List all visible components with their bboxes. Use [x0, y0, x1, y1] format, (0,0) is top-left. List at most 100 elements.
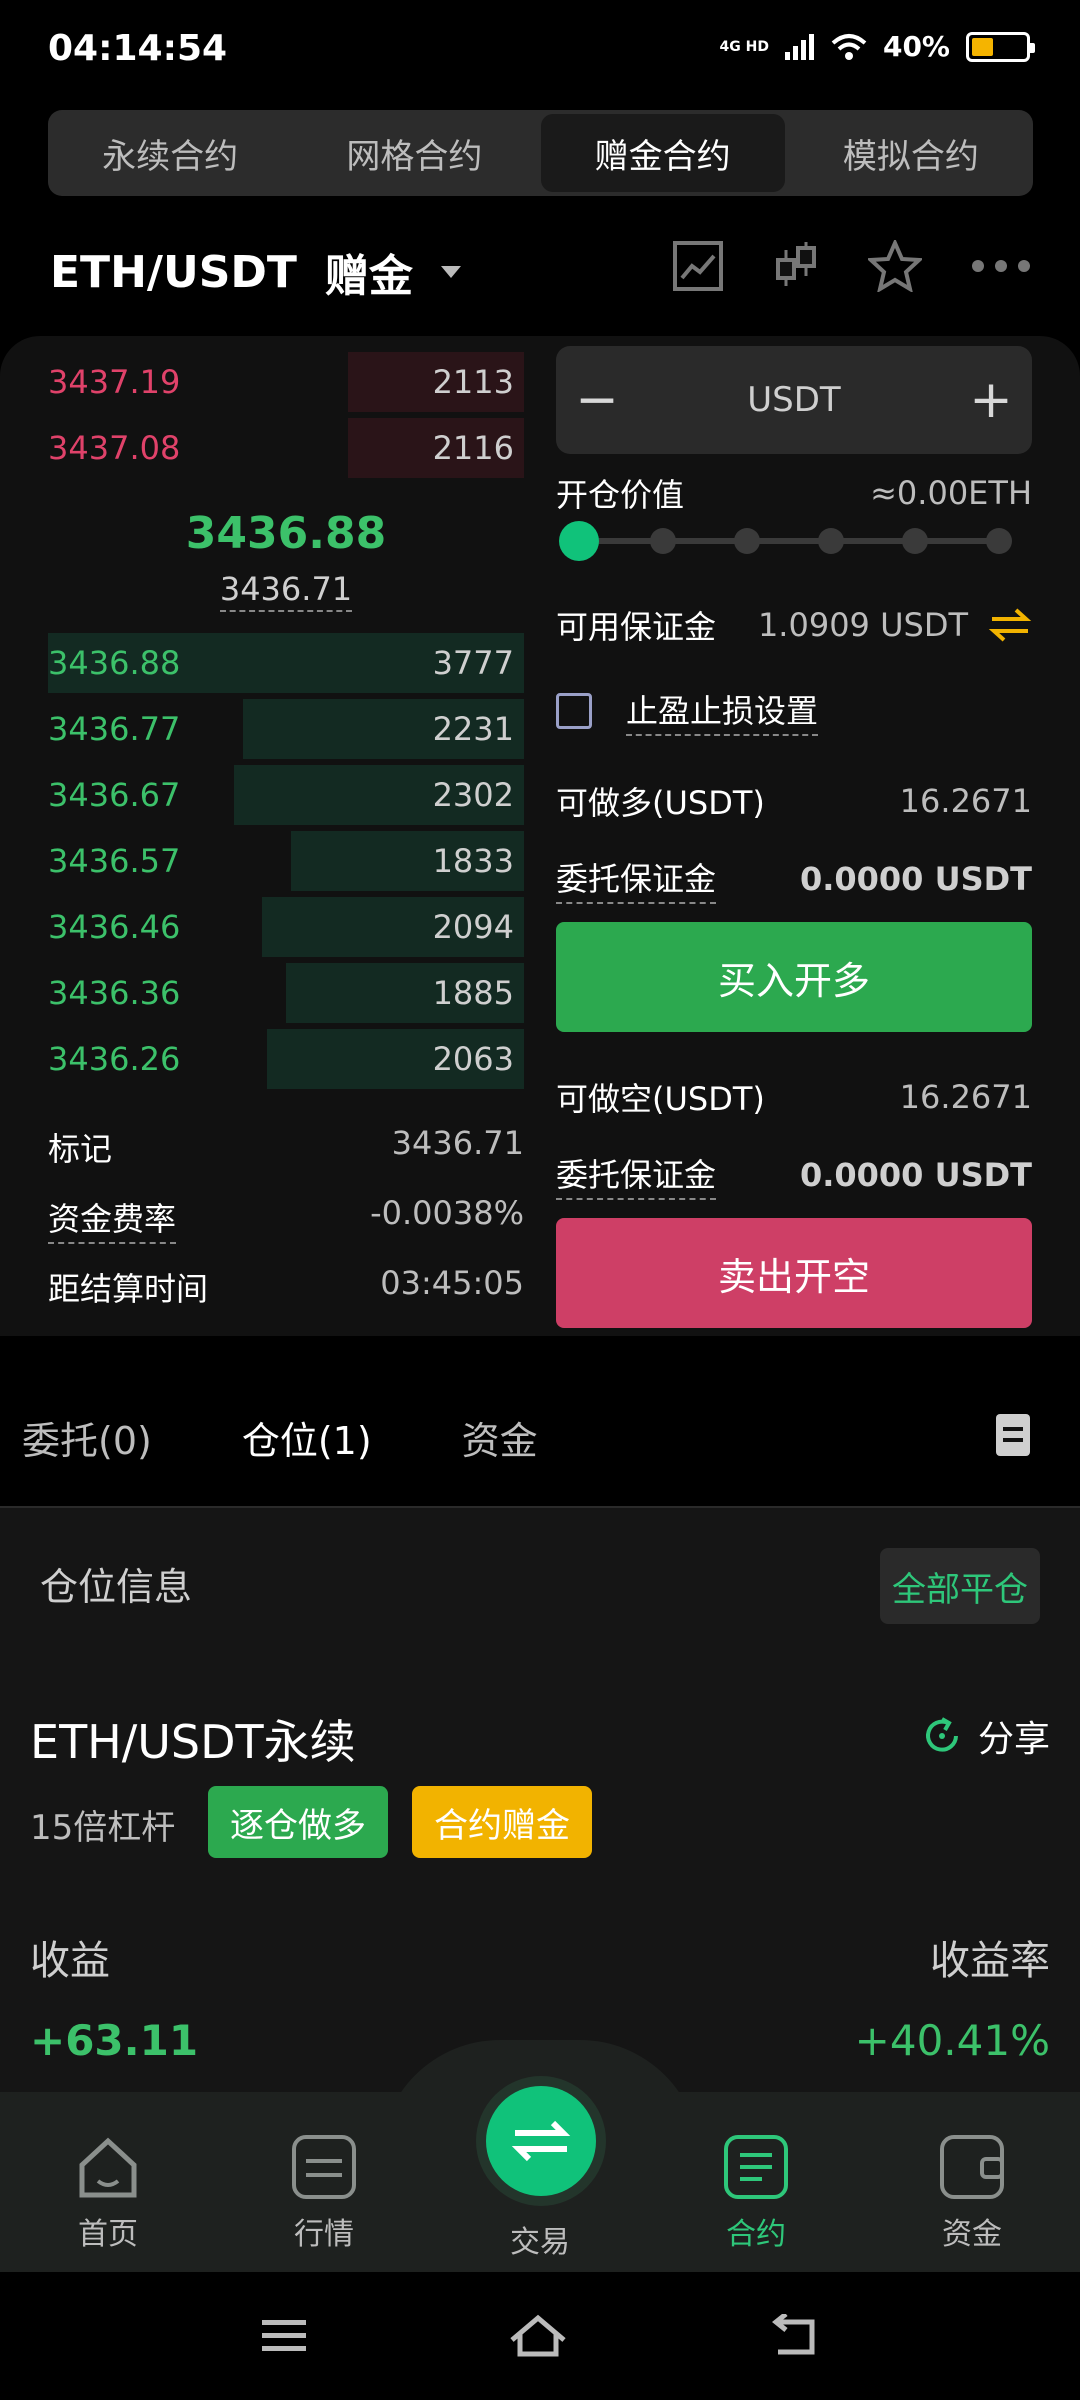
position-tab-0[interactable]: 委托(0)	[22, 1410, 152, 1465]
bid-qty: 2094	[432, 908, 514, 946]
bid-row[interactable]: 3436.57 1833	[48, 831, 524, 891]
slider-step[interactable]	[986, 528, 1012, 554]
pair-selector[interactable]: ETH/USDT 赠金	[50, 240, 461, 304]
funding-row: 资金费率 -0.0038%	[48, 1194, 524, 1244]
buy-long-button[interactable]: 买入开多	[556, 922, 1032, 1032]
share-button[interactable]: 分享	[922, 1710, 1050, 1762]
transfer-icon[interactable]	[988, 607, 1032, 643]
available-label: 可用保证金	[556, 608, 717, 646]
long-max-row: 可做多(USDT) 16.2671	[556, 778, 1032, 824]
roe-value: +40.41%	[854, 2016, 1050, 2065]
bid-qty: 2231	[432, 710, 514, 748]
position-tab-1[interactable]: 仓位(1)	[242, 1410, 372, 1465]
tpsl-row[interactable]: 止盈止损设置	[556, 686, 1032, 736]
amount-unit[interactable]: USDT	[747, 380, 840, 420]
ask-row[interactable]: 3437.08 2116	[48, 418, 524, 478]
bid-price: 3436.67	[48, 776, 181, 814]
more-icon[interactable]	[970, 256, 1032, 276]
position-tab-2[interactable]: 资金	[462, 1410, 538, 1465]
chevron-down-icon	[440, 266, 461, 278]
plus-button[interactable]: +	[966, 370, 1016, 430]
long-margin-label[interactable]: 委托保证金	[556, 854, 717, 904]
open-value-label: 开仓价值	[556, 476, 685, 514]
system-nav-bar	[0, 2272, 1080, 2400]
position-pair: ETH/USDT永续	[30, 1715, 356, 1769]
mark-row: 标记 3436.71	[48, 1124, 524, 1170]
short-max-row: 可做空(USDT) 16.2671	[556, 1074, 1032, 1120]
bid-row[interactable]: 3436.88 3777	[48, 633, 524, 693]
bid-price: 3436.26	[48, 1040, 181, 1078]
ask-row[interactable]: 3437.19 2113	[48, 352, 524, 412]
slider-step[interactable]	[734, 528, 760, 554]
nav-trade-label[interactable]: 交易	[480, 2217, 600, 2261]
amount-slider[interactable]	[559, 520, 1012, 561]
bid-row[interactable]: 3436.36 1885	[48, 963, 524, 1023]
home-nav-icon[interactable]	[508, 2314, 568, 2358]
chart-line-icon[interactable]	[672, 240, 724, 292]
short-margin-label[interactable]: 委托保证金	[556, 1150, 717, 1200]
bid-row[interactable]: 3436.26 2063	[48, 1029, 524, 1089]
funding-label[interactable]: 资金费率	[48, 1194, 177, 1244]
last-price: 3436.88	[185, 508, 387, 559]
ask-price: 3437.08	[48, 429, 181, 467]
pair-symbol: ETH/USDT	[50, 246, 297, 298]
star-icon[interactable]	[868, 240, 922, 292]
ask-qty: 2113	[432, 363, 514, 401]
slider-thumb[interactable]	[559, 521, 599, 561]
battery-percent: 40%	[882, 30, 950, 63]
tpsl-label[interactable]: 止盈止损设置	[626, 686, 819, 736]
tpsl-checkbox[interactable]	[556, 693, 592, 729]
roe-label: 收益率	[930, 1938, 1050, 1984]
document-icon[interactable]	[996, 1414, 1030, 1456]
back-icon[interactable]	[768, 2314, 820, 2358]
close-all-button[interactable]: 全部平仓	[880, 1548, 1040, 1624]
ask-qty: 2116	[432, 429, 514, 467]
short-max-label: 可做空(USDT)	[556, 1080, 765, 1118]
margin-mode-tag: 逐仓做多	[208, 1786, 388, 1858]
nav-home[interactable]: 首页	[48, 2135, 168, 2253]
minus-button[interactable]: −	[572, 370, 622, 430]
amount-stepper[interactable]: − USDT +	[556, 346, 1032, 454]
slider-step[interactable]	[902, 528, 928, 554]
bid-row[interactable]: 3436.77 2231	[48, 699, 524, 759]
open-value: ≈0.00ETH	[870, 474, 1032, 512]
position-tabs: 委托(0) 仓位(1) 资金	[22, 1410, 538, 1465]
tab-contract-3[interactable]: 模拟合约	[789, 110, 1033, 196]
nav-wallet-label: 资金	[942, 2217, 1002, 2252]
long-margin-row: 委托保证金 0.0000 USDT	[556, 854, 1032, 904]
bid-qty: 2063	[432, 1040, 514, 1078]
available-row: 可用保证金 1.0909 USDT	[556, 602, 1032, 648]
bid-row[interactable]: 3436.46 2094	[48, 897, 524, 957]
bid-row[interactable]: 3436.67 2302	[48, 765, 524, 825]
open-value-row: 开仓价值 ≈0.00ETH	[556, 470, 1032, 516]
nav-market[interactable]: 行情	[264, 2135, 384, 2253]
settle-label: 距结算时间	[48, 1270, 209, 1308]
mark-price[interactable]: 3436.71	[48, 570, 524, 612]
bid-price: 3436.46	[48, 908, 181, 946]
wallet-icon	[940, 2135, 1004, 2199]
settle-row: 距结算时间 03:45:05	[48, 1264, 524, 1310]
market-icon	[292, 2135, 356, 2199]
tab-contract-2[interactable]: 赠金合约	[540, 114, 785, 192]
tab-contract-0[interactable]: 永续合约	[48, 110, 292, 196]
bid-price: 3436.77	[48, 710, 181, 748]
trade-button[interactable]	[486, 2086, 596, 2196]
bid-price: 3436.57	[48, 842, 181, 880]
candlestick-icon[interactable]	[772, 240, 820, 292]
nav-contract[interactable]: 合约	[696, 2135, 816, 2253]
slider-step[interactable]	[650, 528, 676, 554]
tab-contract-1[interactable]: 网格合约	[292, 110, 536, 196]
menu-icon[interactable]	[260, 2316, 308, 2356]
available-value: 1.0909 USDT	[757, 606, 968, 644]
contract-icon	[724, 2135, 788, 2199]
nav-wallet[interactable]: 资金	[912, 2135, 1032, 2253]
bid-qty: 2302	[432, 776, 514, 814]
short-max-value: 16.2671	[899, 1078, 1032, 1116]
bid-qty: 3777	[432, 644, 514, 682]
nav-market-label: 行情	[294, 2217, 354, 2252]
mark-value: 3436.71	[391, 1124, 524, 1162]
sell-short-button[interactable]: 卖出开空	[556, 1218, 1032, 1328]
slider-step[interactable]	[818, 528, 844, 554]
signal-icon	[784, 33, 814, 60]
settle-value: 03:45:05	[380, 1264, 524, 1302]
